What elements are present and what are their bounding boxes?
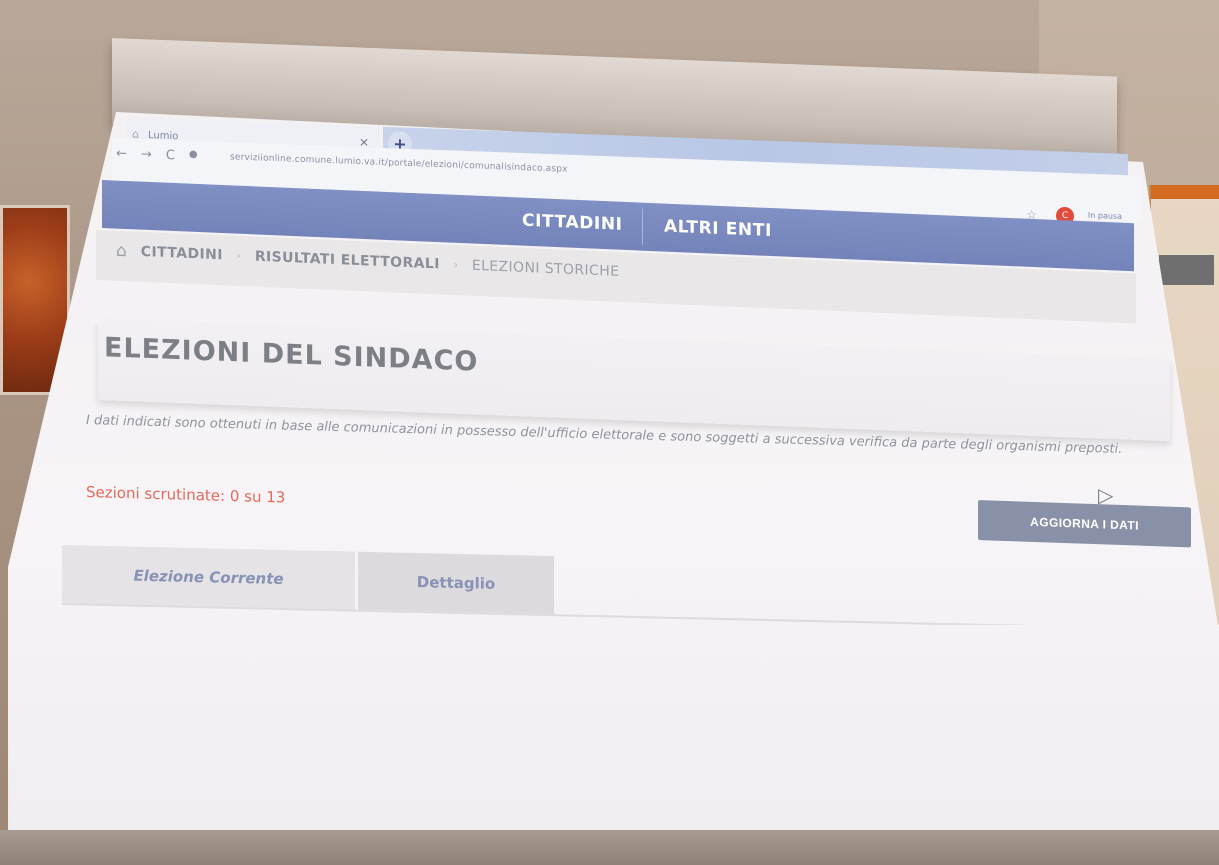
breadcrumb-separator: › [236, 250, 241, 262]
breadcrumb-separator: › [453, 259, 458, 271]
mouse-cursor-icon: ▷ [1098, 483, 1114, 507]
breadcrumb-elezioni-storiche: ELEZIONI STORICHE [471, 257, 620, 280]
breadcrumb-risultati-elettorali[interactable]: RISULTATI ELETTORALI [255, 249, 440, 273]
nav-cittadini[interactable]: CITTADINI [522, 211, 623, 235]
side-window-panel [1159, 255, 1214, 285]
nav-altri-enti[interactable]: ALTRI ENTI [664, 217, 772, 242]
nav-divider [642, 208, 643, 245]
tab-dettaglio[interactable]: Dettaglio [358, 551, 554, 615]
url-field[interactable]: serviziionline.comune.lumio.va.it/portal… [230, 152, 568, 174]
home-icon[interactable]: ⌂ [116, 241, 127, 261]
tab-elezione-corrente[interactable]: Elezione Corrente [62, 545, 355, 610]
lock-icon: ● [188, 148, 198, 161]
side-window-titlebar [1151, 185, 1219, 199]
breadcrumb-cittadini[interactable]: CITTADINI [141, 244, 223, 263]
screen-bottom-edge [0, 830, 1219, 865]
back-icon[interactable]: ← [116, 146, 127, 161]
refresh-data-button[interactable]: AGGIORNA I DATI [978, 500, 1191, 548]
page-title: ELEZIONI DEL SINDACO [104, 332, 479, 378]
reload-icon[interactable]: C [166, 148, 175, 163]
profile-status: In pausa [1087, 210, 1122, 222]
forward-icon[interactable]: → [141, 147, 152, 162]
tab-content-area [10, 625, 1219, 830]
